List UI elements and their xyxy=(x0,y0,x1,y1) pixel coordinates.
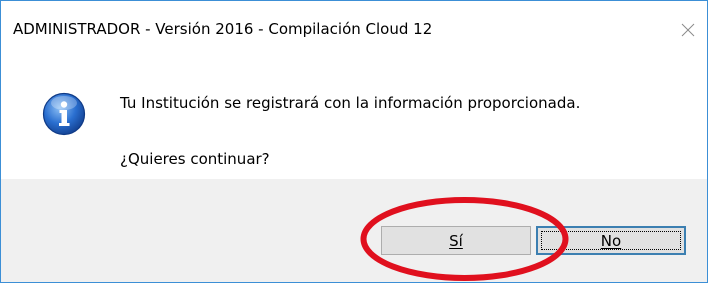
no-button[interactable]: No xyxy=(536,226,686,255)
window-title: ADMINISTRADOR - Versión 2016 - Compilaci… xyxy=(13,20,433,38)
message-text: Tu Institución se registrará con la info… xyxy=(120,94,581,112)
info-icon xyxy=(42,92,86,136)
close-icon xyxy=(681,23,695,37)
title-bar[interactable]: ADMINISTRADOR - Versión 2016 - Compilaci… xyxy=(1,1,707,61)
yes-button-label: Sí xyxy=(449,231,463,250)
close-button[interactable] xyxy=(671,13,705,47)
message-content: Tu Institución se registrará con la info… xyxy=(1,61,707,179)
no-button-label: No xyxy=(600,231,622,250)
question-text: ¿Quieres continuar? xyxy=(120,150,270,168)
button-bar: Sí No xyxy=(1,179,707,282)
message-dialog: ADMINISTRADOR - Versión 2016 - Compilaci… xyxy=(0,0,708,283)
yes-button[interactable]: Sí xyxy=(381,226,531,255)
